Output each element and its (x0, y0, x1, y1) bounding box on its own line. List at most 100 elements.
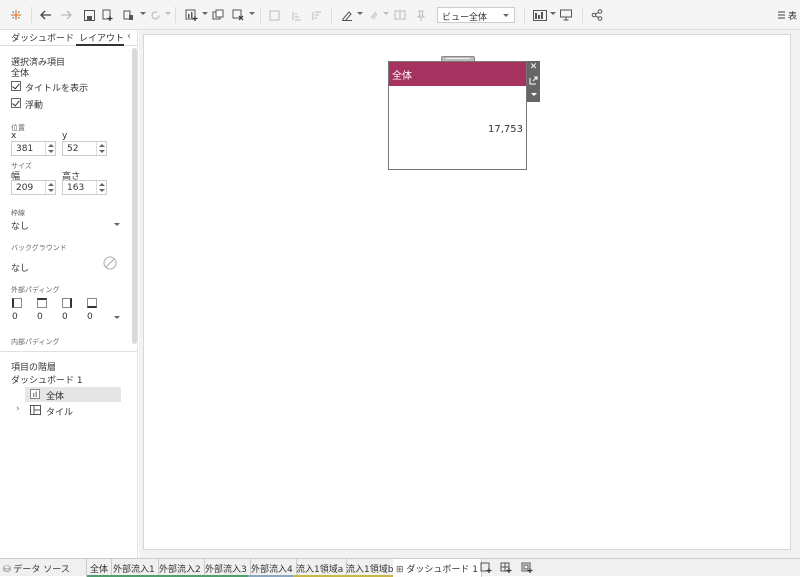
floating-sheet-controls: ✕ (527, 61, 540, 102)
pin-icon[interactable] (413, 7, 427, 23)
swap-rows-columns-icon[interactable] (267, 7, 281, 23)
sort-descending-icon[interactable] (309, 7, 323, 23)
scrollbar-thumb[interactable] (132, 48, 137, 344)
floating-label[interactable]: 浮動 (25, 98, 43, 111)
tab-data-source[interactable]: ⛁ データ ソース (0, 559, 85, 577)
inner-padding-label: 内部パディング (11, 338, 60, 346)
tab-dashboard[interactable]: ダッシュボード (11, 31, 74, 44)
sheet-tab[interactable]: 全体 (86, 559, 113, 577)
refresh-icon[interactable] (148, 7, 162, 23)
tableau-logo-icon[interactable] (8, 7, 24, 23)
new-worksheet-icon[interactable] (480, 562, 492, 577)
stepper-arrows[interactable] (45, 142, 55, 155)
toolbar-separator (524, 7, 525, 23)
border-label: 枠線 (11, 209, 25, 217)
tiled-container-icon (30, 405, 41, 418)
duplicate-sheet-icon[interactable] (211, 7, 225, 23)
padding-left-value[interactable]: 0 (12, 312, 18, 322)
section-divider (0, 351, 138, 352)
tab-layout[interactable]: レイアウト (79, 31, 124, 44)
show-title-checkbox[interactable] (11, 81, 21, 91)
floating-sheet[interactable]: 全体 17,753 (388, 61, 527, 170)
new-worksheet-icon[interactable] (183, 7, 199, 23)
padding-right-value[interactable]: 0 (62, 312, 68, 322)
view-fit-select[interactable]: ビュー全体 (437, 7, 515, 23)
stepper-arrows[interactable] (96, 142, 106, 155)
chevron-down-icon[interactable] (165, 12, 171, 15)
close-icon[interactable]: ✕ (527, 61, 540, 74)
chevron-down-icon[interactable] (357, 12, 363, 15)
sheet-tab-label: 外部流入4 (251, 565, 293, 575)
dashboard-tab[interactable]: ⊞ ダッシュボード 1 (393, 559, 482, 577)
x-label: x (11, 131, 17, 141)
padding-top-icon (37, 298, 47, 308)
chevron-down-icon[interactable] (202, 12, 208, 15)
selected-item-name: 全体 (11, 69, 30, 79)
more-options-icon[interactable] (527, 88, 540, 101)
outer-padding-label: 外部パディング (11, 286, 60, 294)
stepper-arrows[interactable] (96, 181, 106, 194)
chevron-down-icon[interactable] (114, 316, 120, 319)
sheet-tab[interactable]: 外部流入3 (202, 559, 251, 577)
chevron-right-icon[interactable]: › (16, 404, 20, 414)
hierarchy-root[interactable]: ダッシュボード 1 (11, 373, 83, 386)
sheet-tab[interactable]: 流入1領域b (343, 559, 398, 577)
show-cards-icon[interactable] (532, 7, 548, 23)
dashboard-tab-label: ダッシュボード 1 (406, 565, 478, 575)
redo-icon[interactable] (58, 7, 74, 23)
sheet-tab[interactable]: 外部流入4 (248, 559, 297, 577)
floating-sheet-value[interactable]: 17,753 (488, 124, 523, 135)
padding-bottom-value[interactable]: 0 (87, 312, 93, 322)
show-title-label[interactable]: タイトルを表示 (25, 81, 88, 94)
y-position-value: 52 (67, 144, 79, 154)
toolbar-separator (175, 7, 176, 23)
new-dashboard-icon[interactable] (500, 562, 512, 577)
new-data-source-icon[interactable] (101, 7, 115, 23)
stepper-arrows[interactable] (45, 181, 55, 194)
show-me-label[interactable]: 表 (788, 9, 797, 22)
sheet-tab-label: 外部流入2 (159, 565, 201, 575)
show-mark-labels-icon[interactable] (393, 7, 407, 23)
group-members-icon[interactable] (366, 7, 380, 23)
floating-checkbox[interactable] (11, 98, 21, 108)
save-icon[interactable] (82, 7, 96, 23)
sort-ascending-icon[interactable] (289, 7, 303, 23)
chevron-down-icon[interactable] (550, 12, 556, 15)
chevron-down-icon[interactable] (114, 223, 120, 226)
hierarchy-item-label[interactable]: 全体 (46, 389, 64, 402)
clear-sheet-icon[interactable] (231, 7, 245, 23)
pause-update-icon[interactable] (121, 7, 135, 23)
y-position-stepper[interactable]: 52 (62, 141, 107, 156)
padding-top-value[interactable]: 0 (37, 312, 43, 322)
chevron-down-icon (503, 14, 509, 17)
collapse-panel-icon[interactable]: ‹ (127, 31, 131, 42)
highlight-icon[interactable] (340, 7, 354, 23)
panel-tabs: ダッシュボード レイアウト ‹ (0, 30, 138, 46)
border-value[interactable]: なし (11, 219, 29, 232)
undo-icon[interactable] (38, 7, 54, 23)
new-story-icon[interactable] (521, 562, 533, 577)
height-stepper[interactable]: 163 (62, 180, 107, 195)
database-icon: ⛁ (3, 565, 14, 575)
sheet-tab-label: 流入1領域a (296, 565, 344, 575)
width-stepper[interactable]: 209 (11, 180, 56, 195)
show-me-icon[interactable] (776, 7, 786, 23)
sheet-tab[interactable]: 外部流入1 (110, 559, 159, 577)
sheet-tab[interactable]: 外部流入2 (156, 559, 205, 577)
presentation-mode-icon[interactable] (559, 7, 573, 23)
hierarchy-item-label[interactable]: タイル (46, 405, 73, 418)
sheet-tab[interactable]: 流入1領域a (293, 559, 348, 577)
background-value[interactable]: なし (11, 261, 29, 274)
x-position-stepper[interactable]: 381 (11, 141, 56, 156)
active-tab-indicator (76, 44, 124, 46)
chevron-down-icon[interactable] (140, 12, 146, 15)
toolbar-separator (331, 7, 332, 23)
chevron-down-icon[interactable] (383, 12, 389, 15)
hierarchy-title: 項目の階層 (11, 363, 57, 373)
chevron-down-icon[interactable] (249, 12, 255, 15)
panel-scrollbar[interactable] (131, 48, 137, 344)
share-icon[interactable] (590, 7, 604, 23)
x-position-value: 381 (16, 144, 34, 154)
no-color-icon[interactable] (103, 256, 117, 273)
go-to-sheet-icon[interactable] (527, 74, 540, 87)
